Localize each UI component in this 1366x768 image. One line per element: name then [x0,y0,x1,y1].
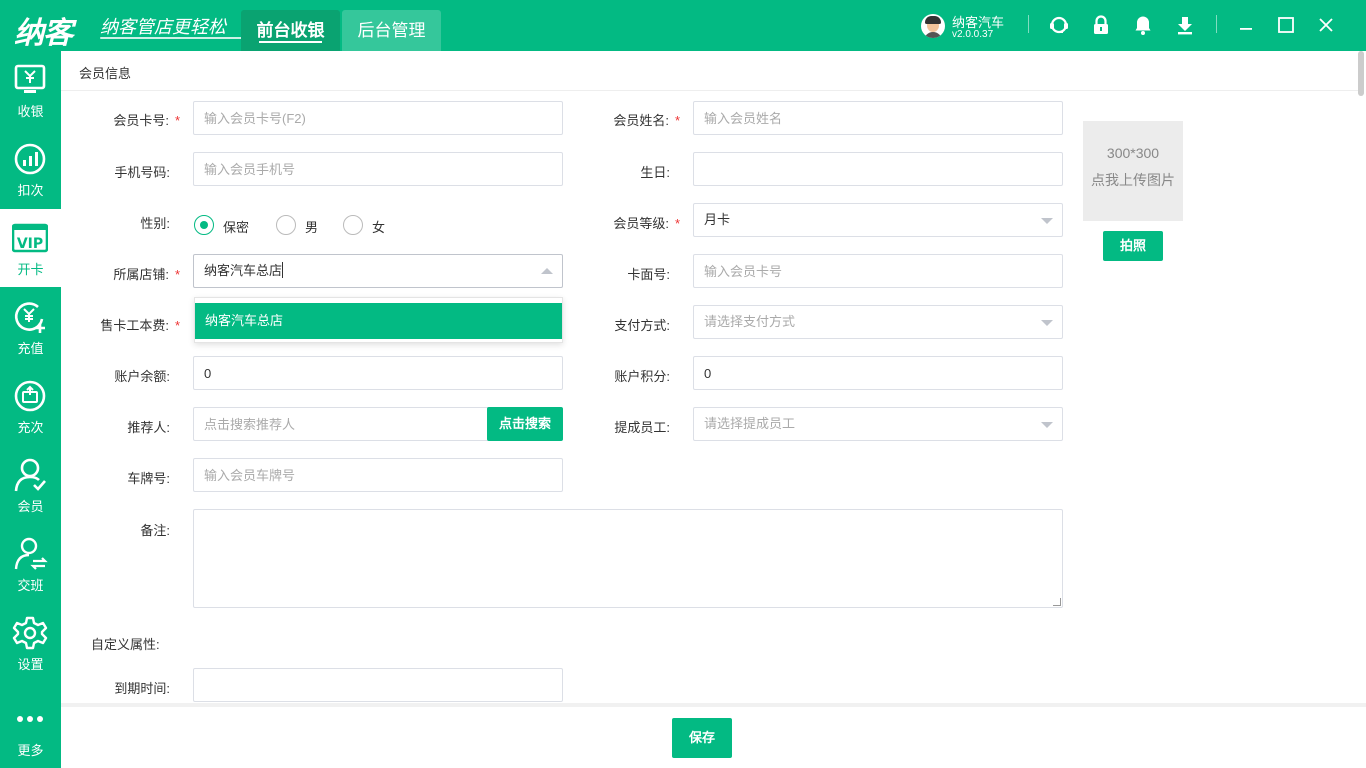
search-referrer-button[interactable]: 点击搜索 [487,407,563,441]
sidebar-item-settings[interactable]: 设置 [0,604,61,682]
sidebar-item-open-card[interactable]: VIP 开卡 [0,209,61,287]
card-fee-label: 售卡工本费: * [100,318,180,333]
sidebar-item-more[interactable]: 更多 [0,690,61,768]
chevron-down-icon [1041,422,1053,428]
expire-input[interactable] [193,668,563,702]
main-content: 会员信息 会员卡号:* 会员姓名:* 手机号码: 生日: 性别: 保密 男 女 … [61,51,1366,768]
member-name-input[interactable] [693,101,1063,135]
divider [61,90,1361,91]
level-select[interactable]: 月卡 [693,203,1063,237]
birthday-input[interactable] [693,152,1063,186]
divider [1216,15,1217,33]
shift-icon [12,536,48,572]
dropdown-option[interactable]: 纳客汽车总店 [195,303,562,339]
sidebar-item-deduct[interactable]: 扣次 [0,130,61,208]
chevron-down-icon [1041,320,1053,326]
sidebar-item-recharge[interactable]: 充值 [0,288,61,366]
face-no-label: 卡面号: [627,267,670,282]
bell-icon[interactable] [1132,14,1154,36]
minimize-icon[interactable] [1235,14,1257,36]
avatar [921,14,945,38]
download-icon[interactable] [1174,14,1196,36]
card-no-input[interactable] [193,101,563,135]
payment-label: 支付方式: [614,318,670,333]
chevron-up-icon [541,268,553,274]
section-title: 会员信息 [79,66,132,81]
points-input[interactable] [693,356,1063,390]
payment-select[interactable]: 请选择支付方式 [693,305,1063,339]
recharge-icon [12,299,48,335]
custom-attributes-title: 自定义属性: [91,637,160,652]
save-button[interactable]: 保存 [672,718,732,758]
gender-label: 性别: [140,216,170,231]
vip-card-icon: VIP [11,220,49,256]
tab-front-cashier[interactable]: 前台收银 [241,10,340,51]
balance-label: 账户余额: [114,369,170,384]
close-icon[interactable] [1315,14,1337,36]
photo-upload[interactable]: 300*300 点我上传图片 [1083,121,1183,221]
plate-label: 车牌号: [127,471,170,486]
referrer-label: 推荐人: [127,420,170,435]
birthday-label: 生日: [640,165,670,180]
sidebar-item-shift[interactable]: 交班 [0,525,61,603]
more-icon [12,701,48,737]
resize-grip-icon[interactable] [1053,598,1061,606]
phone-label: 手机号码: [114,165,170,180]
sidebar: 收银 扣次 VIP 开卡 充值 充次 会员 交班 设置 更多 [0,51,61,768]
app-logo: 纳客 [14,16,73,51]
sidebar-item-recharge-times[interactable]: 充次 [0,367,61,445]
expire-label: 到期时间: [114,681,170,696]
svg-text:VIP: VIP [17,236,43,252]
divider [1028,15,1029,33]
phone-input[interactable] [193,152,563,186]
customer-service-icon[interactable] [1048,14,1070,36]
remark-label: 备注: [140,523,170,538]
slogan-underline [100,37,250,39]
app-version: v2.0.0.37 [952,29,994,40]
scrollbar[interactable] [1358,51,1364,711]
top-bar: 纳客 纳客管店更轻松 前台收银 后台管理 纳客汽车 v2.0.0.37 [0,0,1366,51]
member-icon [12,457,48,493]
app-slogan: 纳客管店更轻松 [100,17,226,38]
settings-icon [12,615,48,651]
footer-bar: 保存 [61,703,1366,768]
plate-input[interactable] [193,458,563,492]
commission-staff-label: 提成员工: [614,420,670,435]
sidebar-item-member[interactable]: 会员 [0,446,61,524]
store-select[interactable]: 纳客汽车总店 [193,254,563,288]
deduct-icon [12,141,48,177]
tab-back-office[interactable]: 后台管理 [342,10,441,51]
lock-icon[interactable] [1090,14,1112,36]
store-label: 所属店铺: * [113,267,180,282]
take-photo-button[interactable]: 拍照 [1103,231,1163,261]
face-no-input[interactable] [693,254,1063,288]
member-name-label: 会员姓名: * [613,113,680,128]
balance-input[interactable] [193,356,563,390]
points-label: 账户积分: [614,369,670,384]
maximize-icon[interactable] [1275,14,1297,36]
card-no-label: 会员卡号: * [113,113,180,128]
store-dropdown: 纳客汽车总店 [194,297,563,343]
level-label: 会员等级: * [613,216,680,231]
cashier-icon [12,62,48,98]
recharge-times-icon [12,378,48,414]
commission-staff-select[interactable]: 请选择提成员工 [693,407,1063,441]
chevron-down-icon [1041,218,1053,224]
remark-textarea[interactable] [193,509,1063,608]
referrer-input[interactable] [193,407,489,441]
sidebar-item-cashier[interactable]: 收银 [0,51,61,129]
